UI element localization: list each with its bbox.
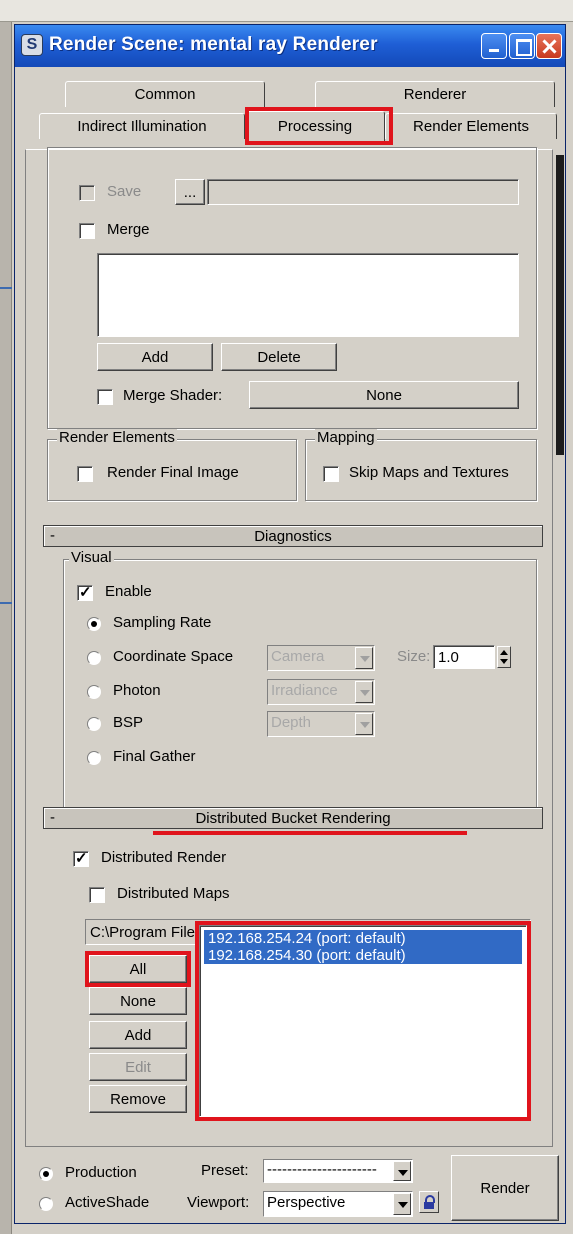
photon-label: Photon <box>113 682 161 699</box>
bsp-label: BSP <box>113 714 144 731</box>
skip-maps-label: Skip Maps and Textures <box>349 464 509 481</box>
render-elements-group-title: Render Elements <box>57 429 177 446</box>
viewport-value: Perspective <box>267 1194 346 1211</box>
panel-scrollbar[interactable] <box>556 155 564 1135</box>
collapse-icon: - <box>50 527 55 544</box>
lock-viewport-icon[interactable] <box>419 1191 439 1213</box>
activeshade-label: ActiveShade <box>65 1194 150 1211</box>
photon-radio[interactable] <box>87 685 101 699</box>
browse-button[interactable]: ... <box>175 179 205 205</box>
save-path-field[interactable] <box>207 179 519 205</box>
tab-common[interactable]: Common <box>65 81 265 107</box>
render-final-image-checkbox[interactable] <box>77 466 93 482</box>
size-spinner[interactable] <box>497 646 511 668</box>
host-list-item[interactable]: 192.168.254.24 (port: default) <box>204 930 522 947</box>
coordinate-space-value: Camera <box>271 648 325 665</box>
tab-processing[interactable]: Processing <box>245 111 385 141</box>
distributed-maps-checkbox[interactable] <box>89 887 105 903</box>
render-button[interactable]: Render <box>451 1155 559 1221</box>
size-label: Size: <box>397 648 431 665</box>
dropdown-arrow-icon <box>393 1193 411 1215</box>
tab-renderer[interactable]: Renderer <box>315 81 555 107</box>
size-input[interactable]: 1.0 <box>433 645 495 669</box>
photon-value: Irradiance <box>271 682 338 699</box>
bsp-radio[interactable] <box>87 717 101 731</box>
distributed-render-label: Distributed Render <box>101 849 227 866</box>
viewport-label: Viewport: <box>187 1194 250 1211</box>
close-button[interactable] <box>536 33 562 59</box>
distributed-maps-label: Distributed Maps <box>117 885 230 902</box>
final-gather-label: Final Gather <box>113 748 196 765</box>
dropdown-arrow-icon <box>355 713 373 735</box>
merge-checkbox[interactable] <box>79 223 95 239</box>
dropdown-arrow-icon <box>355 647 373 669</box>
save-checkbox[interactable] <box>79 185 95 201</box>
coordinate-space-label: Coordinate Space <box>113 648 234 665</box>
visual-group-title: Visual <box>69 549 114 566</box>
scrollbar-thumb[interactable] <box>556 155 564 455</box>
merge-label: Merge <box>107 221 150 238</box>
production-radio[interactable] <box>39 1167 53 1181</box>
app-icon: S <box>21 34 43 56</box>
merge-files-list[interactable] <box>97 253 519 337</box>
background-side-panel <box>0 22 12 1234</box>
window-title: Render Scene: mental ray Renderer <box>49 34 378 55</box>
background-toolbar <box>0 0 573 22</box>
minimize-button[interactable] <box>481 33 507 59</box>
bsp-value: Depth <box>271 714 312 731</box>
dbr-title-underline <box>153 831 467 835</box>
final-gather-radio[interactable] <box>87 751 101 765</box>
save-label: Save <box>107 183 142 200</box>
bsp-dropdown[interactable]: Depth <box>267 711 375 737</box>
none-button[interactable]: None <box>89 987 187 1015</box>
dbr-title: Distributed Bucket Rendering <box>195 809 391 827</box>
preset-label: Preset: <box>201 1162 249 1179</box>
collapse-icon: - <box>50 809 55 826</box>
merge-shader-checkbox[interactable] <box>97 389 113 405</box>
sampling-rate-radio[interactable] <box>87 617 101 631</box>
render-final-image-label: Render Final Image <box>107 464 239 481</box>
photon-dropdown[interactable]: Irradiance <box>267 679 375 705</box>
dropdown-arrow-icon <box>393 1161 411 1181</box>
enable-checkbox[interactable] <box>77 583 93 601</box>
hosts-list[interactable]: 192.168.254.24 (port: default) 192.168.2… <box>199 925 527 1117</box>
title-bar[interactable]: S Render Scene: mental ray Renderer <box>15 25 565 67</box>
sampling-rate-label: Sampling Rate <box>113 614 212 631</box>
viewport-dropdown[interactable]: Perspective <box>263 1191 413 1217</box>
distributed-render-checkbox[interactable] <box>73 849 89 867</box>
production-label: Production <box>65 1164 137 1181</box>
merge-shader-label: Merge Shader: <box>123 387 223 404</box>
add-pass-button[interactable]: Add <box>97 343 213 371</box>
dbr-rollout-header[interactable]: - Distributed Bucket Rendering <box>43 807 543 829</box>
skip-maps-checkbox[interactable] <box>323 466 339 482</box>
coordinate-space-radio[interactable] <box>87 651 101 665</box>
diagnostics-title: Diagnostics <box>254 527 332 545</box>
all-button[interactable]: All <box>89 955 187 983</box>
mapping-group-title: Mapping <box>315 429 377 446</box>
preset-dropdown[interactable]: ---------------------- <box>263 1159 413 1183</box>
add-host-button[interactable]: Add <box>89 1021 187 1049</box>
diagnostics-rollout-header[interactable]: - Diagnostics <box>43 525 543 547</box>
enable-label: Enable <box>105 583 152 600</box>
render-scene-window: S Render Scene: mental ray Renderer Comm… <box>14 24 566 1224</box>
dropdown-arrow-icon <box>355 681 373 703</box>
delete-pass-button[interactable]: Delete <box>221 343 337 371</box>
remove-host-button[interactable]: Remove <box>89 1085 187 1113</box>
merge-shader-button[interactable]: None <box>249 381 519 409</box>
preset-value: ---------------------- <box>267 1161 377 1178</box>
activeshade-radio[interactable] <box>39 1197 53 1211</box>
edit-host-button[interactable]: Edit <box>89 1053 187 1081</box>
host-list-item[interactable]: 192.168.254.30 (port: default) <box>204 947 522 964</box>
coordinate-space-dropdown[interactable]: Camera <box>267 645 375 671</box>
tab-render-elements[interactable]: Render Elements <box>385 113 557 139</box>
tab-indirect-illumination[interactable]: Indirect Illumination <box>39 113 245 139</box>
maximize-button[interactable] <box>509 33 535 59</box>
